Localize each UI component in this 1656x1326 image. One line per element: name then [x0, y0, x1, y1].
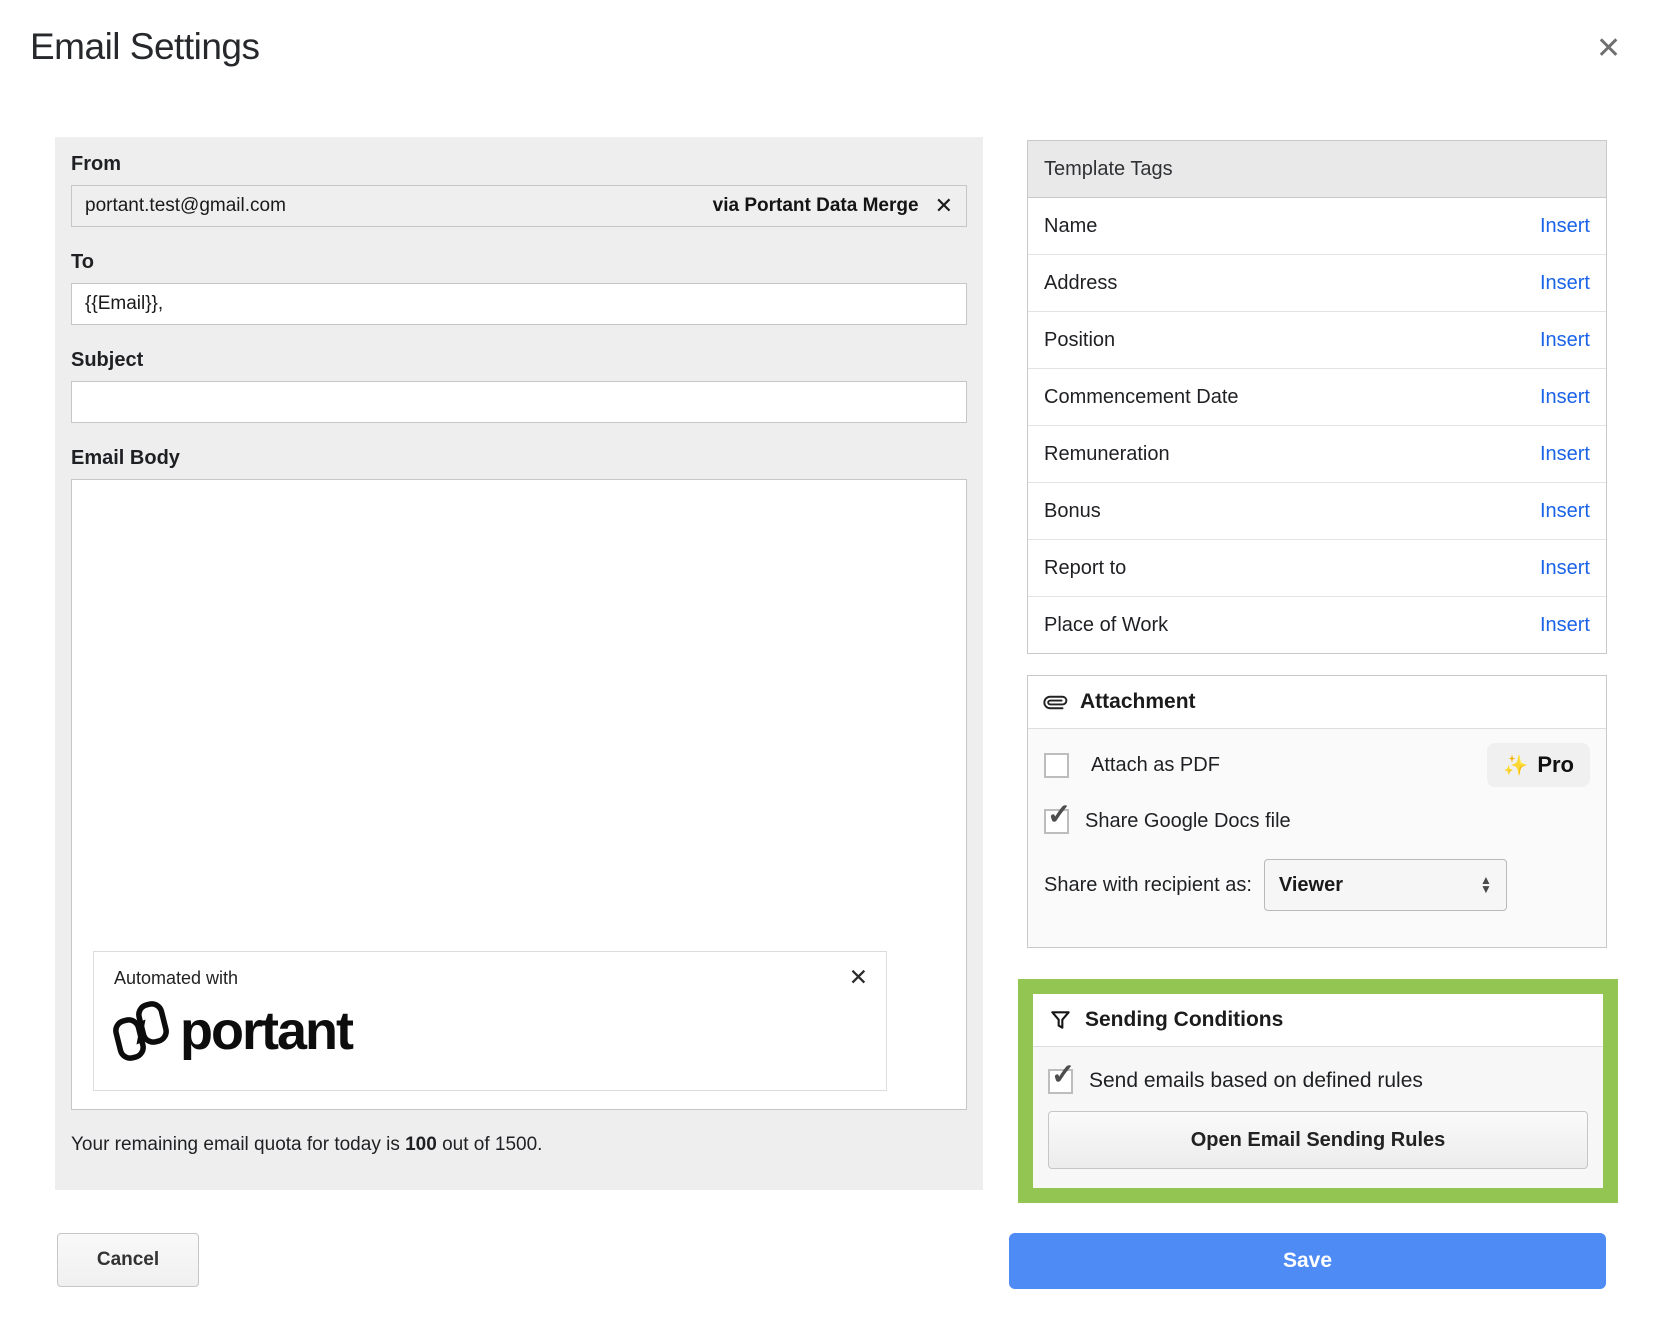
insert-tag-link[interactable]: Insert: [1540, 500, 1590, 523]
share-role-value: Viewer: [1279, 874, 1343, 897]
insert-tag-link[interactable]: Insert: [1540, 329, 1590, 352]
template-tag-row: Name Insert: [1028, 198, 1606, 255]
template-tag-label: Remuneration: [1044, 443, 1170, 466]
template-tag-row: Place of Work Insert: [1028, 597, 1606, 653]
share-role-select[interactable]: Viewer ▲ ▼: [1264, 859, 1507, 911]
template-tag-label: Report to: [1044, 557, 1126, 580]
portant-loop-icon: [112, 998, 170, 1064]
template-tag-label: Place of Work: [1044, 614, 1168, 637]
template-tag-label: Commencement Date: [1044, 386, 1239, 409]
share-with-label: Share with recipient as:: [1044, 874, 1252, 897]
template-tag-label: Address: [1044, 272, 1117, 295]
sparkles-icon: ✨: [1503, 753, 1528, 778]
template-tag-label: Position: [1044, 329, 1115, 352]
template-tag-row: Remuneration Insert: [1028, 426, 1606, 483]
insert-tag-link[interactable]: Insert: [1540, 215, 1590, 238]
sending-conditions-highlight: Sending Conditions ✓ Send emails based o…: [1018, 979, 1618, 1203]
close-icon[interactable]: ✕: [1596, 34, 1621, 64]
to-label: To: [71, 251, 967, 275]
remove-alias-icon[interactable]: ✕: [935, 193, 953, 219]
template-tag-label: Name: [1044, 215, 1097, 238]
attach-as-pdf-checkbox[interactable]: [1044, 753, 1069, 778]
from-label: From: [71, 153, 967, 177]
email-body-editor[interactable]: Automated with ✕ portant: [71, 479, 967, 1110]
from-field[interactable]: portant.test@gmail.com via Portant Data …: [71, 185, 967, 227]
attach-as-pdf-label: Attach as PDF: [1091, 754, 1220, 777]
sending-conditions-header: Sending Conditions: [1033, 994, 1603, 1047]
compose-panel: From portant.test@gmail.com via Portant …: [55, 137, 983, 1190]
template-tag-row: Position Insert: [1028, 312, 1606, 369]
paperclip-icon: [1039, 686, 1072, 719]
checkmark-icon: ✓: [1047, 801, 1071, 830]
email-body-label: Email Body: [71, 447, 967, 471]
page-title: Email Settings: [30, 26, 260, 68]
share-docs-label: Share Google Docs file: [1085, 810, 1291, 833]
insert-tag-link[interactable]: Insert: [1540, 386, 1590, 409]
template-tag-row: Commencement Date Insert: [1028, 369, 1606, 426]
template-tags-panel: Template Tags NameInsertAddressInsertPos…: [1027, 140, 1607, 654]
subject-field[interactable]: [71, 381, 967, 423]
checkmark-icon: ✓: [1051, 1061, 1075, 1090]
attachment-panel: Attachment Attach as PDF ✨ Pro ✓ Share G…: [1027, 675, 1607, 948]
automated-with-label: Automated with: [114, 968, 238, 989]
select-spinner-icon: ▲ ▼: [1480, 876, 1492, 894]
share-docs-checkbox[interactable]: ✓: [1044, 809, 1069, 834]
attachment-header: Attachment: [1028, 676, 1606, 729]
insert-tag-link[interactable]: Insert: [1540, 557, 1590, 580]
template-tag-row: Address Insert: [1028, 255, 1606, 312]
save-button[interactable]: Save: [1009, 1233, 1606, 1289]
template-tags-header: Template Tags: [1028, 141, 1606, 198]
branding-card: Automated with ✕ portant: [93, 951, 887, 1091]
open-sending-rules-button[interactable]: Open Email Sending Rules: [1048, 1111, 1588, 1169]
template-tag-row: Report to Insert: [1028, 540, 1606, 597]
send-rules-label: Send emails based on defined rules: [1089, 1069, 1423, 1093]
quota-text: Your remaining email quota for today is …: [71, 1134, 967, 1156]
insert-tag-link[interactable]: Insert: [1540, 272, 1590, 295]
from-value: portant.test@gmail.com: [85, 195, 286, 217]
quota-value: 100: [405, 1134, 437, 1155]
subject-label: Subject: [71, 349, 967, 373]
sending-conditions-panel: Sending Conditions ✓ Send emails based o…: [1033, 994, 1603, 1188]
template-tag-label: Bonus: [1044, 500, 1101, 523]
pro-badge: ✨ Pro: [1487, 743, 1590, 787]
insert-tag-link[interactable]: Insert: [1540, 614, 1590, 637]
send-rules-checkbox[interactable]: ✓: [1048, 1069, 1073, 1094]
portant-wordmark: portant: [180, 1004, 352, 1058]
via-alias-label: via Portant Data Merge: [713, 195, 919, 217]
remove-branding-icon[interactable]: ✕: [849, 964, 868, 991]
portant-logo: portant: [112, 998, 352, 1064]
insert-tag-link[interactable]: Insert: [1540, 443, 1590, 466]
filter-funnel-icon: [1049, 1009, 1072, 1032]
cancel-button[interactable]: Cancel: [57, 1233, 199, 1287]
to-field[interactable]: {{Email}},: [71, 283, 967, 325]
template-tags-rows: NameInsertAddressInsertPositionInsertCom…: [1028, 198, 1606, 653]
template-tag-row: Bonus Insert: [1028, 483, 1606, 540]
to-value: {{Email}},: [85, 293, 163, 315]
